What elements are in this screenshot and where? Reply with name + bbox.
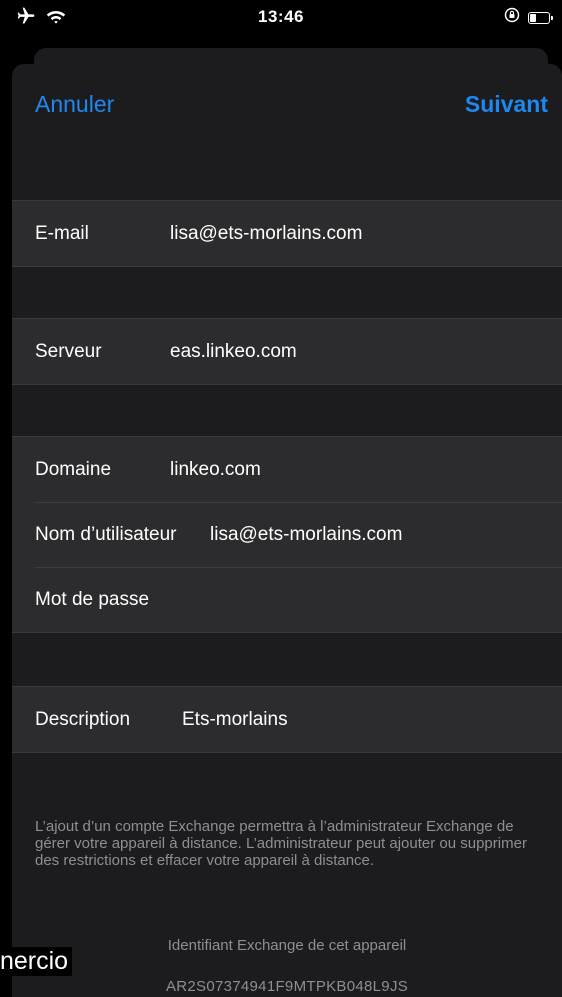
description-label: Description <box>35 708 131 730</box>
username-row[interactable]: Nom d’utilisateur lisa@ets-morlains.com <box>12 502 562 567</box>
server-group: Serveur eas.linkeo.com <box>12 318 562 385</box>
background-peek-text: nercio <box>0 947 73 976</box>
device-id-value: AR2S07374941F9MTPKB048L9JS <box>165 978 409 995</box>
device-id-label: Identifiant Exchange de cet appareil <box>167 937 407 954</box>
server-field[interactable]: eas.linkeo.com <box>170 341 297 363</box>
description-group: Description Ets-morlains <box>12 686 562 753</box>
domain-label: Domaine <box>35 458 112 480</box>
email-group: E-mail lisa@ets-morlains.com <box>12 200 562 267</box>
password-row[interactable]: Mot de passe <box>12 567 562 632</box>
server-label: Serveur <box>35 340 102 362</box>
domain-field[interactable]: linkeo.com <box>170 459 261 481</box>
domain-row[interactable]: Domaine linkeo.com <box>12 437 562 502</box>
password-label: Mot de passe <box>35 588 150 610</box>
status-time: 13:46 <box>258 7 304 26</box>
status-bar: 13:46 <box>0 0 562 34</box>
description-field[interactable]: Ets-morlains <box>182 709 288 731</box>
battery-icon <box>528 11 553 24</box>
cancel-button[interactable]: Annuler <box>35 91 114 118</box>
description-row[interactable]: Description Ets-morlains <box>12 687 562 752</box>
username-label: Nom d’utilisateur <box>35 523 177 545</box>
exchange-info-text: L’ajout d’un compte Exchange permettra à… <box>35 818 527 869</box>
email-field[interactable]: lisa@ets-morlains.com <box>170 223 362 245</box>
credentials-group: Domaine linkeo.com Nom d’utilisateur lis… <box>12 436 562 633</box>
status-right-icons <box>504 7 553 28</box>
navigation-bar: Annuler Suivant <box>12 64 562 148</box>
server-row[interactable]: Serveur eas.linkeo.com <box>12 319 562 384</box>
email-row[interactable]: E-mail lisa@ets-morlains.com <box>12 201 562 266</box>
email-label: E-mail <box>35 222 89 244</box>
orientation-lock-icon <box>504 7 520 28</box>
username-field[interactable]: lisa@ets-morlains.com <box>210 524 402 546</box>
add-exchange-account-sheet: Annuler Suivant E-mail lisa@ets-morlains… <box>12 64 562 997</box>
next-button[interactable]: Suivant <box>465 91 548 118</box>
